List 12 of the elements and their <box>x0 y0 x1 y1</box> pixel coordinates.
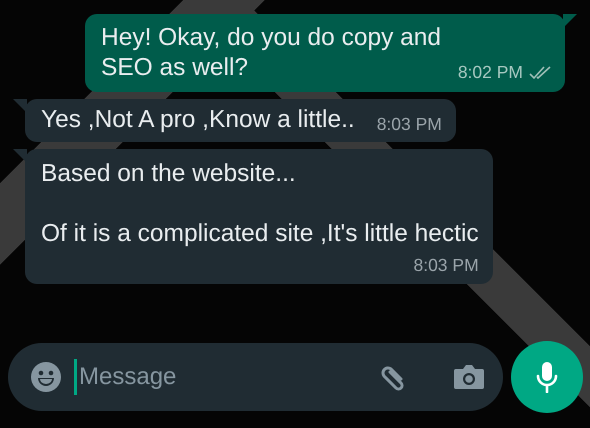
message-time: 8:03 PM <box>413 255 479 276</box>
message-text: Hey! Okay, do you do copy and SEO as well? <box>101 23 442 83</box>
message-field[interactable]: Message <box>8 343 503 411</box>
emoji-icon[interactable] <box>30 361 62 393</box>
message-time: 8:02 PM <box>458 62 523 83</box>
microphone-icon <box>536 361 558 393</box>
message-text: Of it is a complicated site ,It's little hectic <box>41 219 479 249</box>
message-text: Yes ,Not A pro ,Know a little.. <box>41 105 355 135</box>
message-input[interactable]: Message <box>74 359 365 395</box>
message-time: 8:03 PM <box>376 114 442 135</box>
camera-icon[interactable] <box>453 363 485 391</box>
message-text: Based on the website... <box>41 159 297 189</box>
